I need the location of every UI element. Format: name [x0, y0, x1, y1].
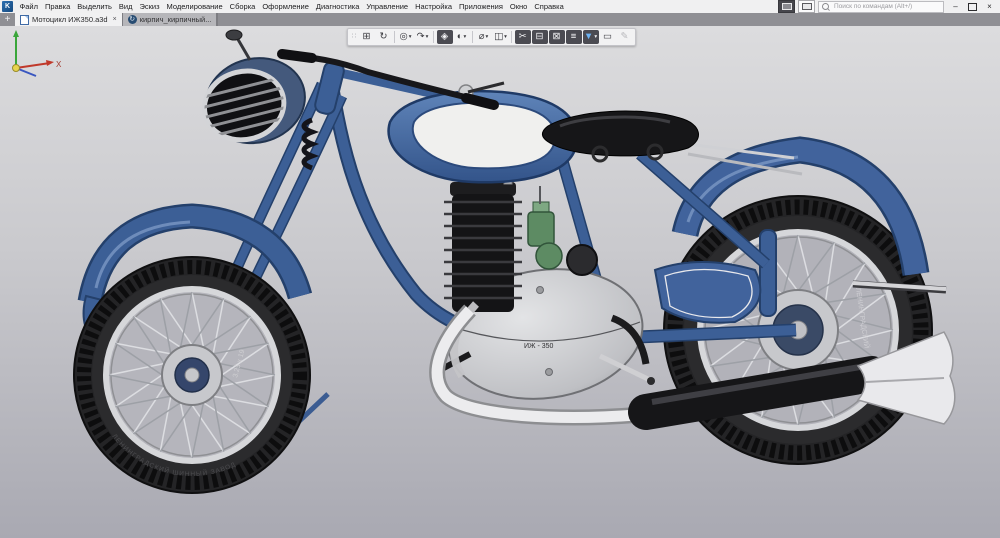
menu-Правка[interactable]: Правка — [41, 0, 73, 13]
menu-Справка[interactable]: Справка — [531, 0, 567, 13]
cylinder[interactable] — [452, 194, 514, 312]
menu-Управление[interactable]: Управление — [363, 0, 412, 13]
y-axis-arrow — [13, 30, 19, 37]
x-axis-arrow — [46, 60, 54, 66]
carburetor[interactable] — [527, 186, 563, 270]
app-logo-icon[interactable]: K — [2, 1, 13, 12]
menu-Вид[interactable]: Вид — [115, 0, 136, 13]
maximize-button[interactable] — [964, 0, 981, 13]
simplifications-icon[interactable]: ≡ — [565, 30, 582, 44]
clip-section-icon[interactable]: ✂ — [514, 30, 531, 44]
hide-components-icon[interactable]: ◫ ▾ — [493, 30, 509, 44]
drag-handle-icon: ∷ — [351, 33, 357, 40]
rebuild-model-icon[interactable]: ↻ — [376, 30, 392, 44]
screen-glyph — [801, 3, 812, 10]
assembly-doc-icon — [20, 14, 29, 25]
tab-label: кирпич_кирпичный... — [139, 15, 212, 24]
left-grip — [277, 49, 317, 63]
zoom-icon[interactable]: ◎ ▾ — [398, 30, 414, 44]
section-view-icon[interactable]: ⊟ — [531, 30, 548, 44]
3d-viewport[interactable]: ∷ ⊞ ↻ ◎ ▾ ↷ ▾ ◈ ◐ ▾ ⌀ ▾ ◫ ▾ ✂ ⊟ ⊠ ≡ ▼ ▾ ▭ ✎ — [0, 26, 1000, 538]
new-document-button[interactable]: + — [0, 13, 15, 26]
air-filter[interactable] — [566, 244, 598, 276]
right-grip — [461, 93, 499, 110]
rotate-view-icon[interactable]: ↷ ▾ — [415, 30, 431, 44]
toolbar-separator — [511, 31, 512, 43]
close-button[interactable]: × — [981, 0, 998, 13]
search-input[interactable] — [832, 2, 940, 11]
engine-label: ИЖ - 350 — [524, 343, 554, 350]
minimize-button[interactable]: – — [947, 0, 964, 13]
maximize-glyph — [968, 2, 977, 11]
mirror — [225, 29, 243, 41]
engine[interactable]: ИЖ - 350 — [438, 167, 655, 411]
menu-Приложения[interactable]: Приложения — [456, 0, 507, 13]
display-mode-icon[interactable]: ◐ ▾ — [454, 30, 470, 44]
side-panel[interactable] — [653, 261, 762, 324]
rear-tire-size-label: 3.25 x 19 — [733, 182, 768, 200]
menu-Настройка[interactable]: Настройка — [412, 0, 456, 13]
window-controls: – × — [947, 0, 998, 13]
command-search[interactable] — [818, 0, 944, 13]
selection-region-icon[interactable]: ▭ — [600, 30, 616, 44]
menu-Окно[interactable]: Окно — [506, 0, 530, 13]
tab-brick[interactable]: ↻ кирпич_кирпичный... — [121, 13, 218, 26]
tab-motorcycle[interactable]: Мотоцикл ИЖ350.a3d × — [15, 13, 122, 26]
hide-objects-icon[interactable]: ⌀ ▾ — [476, 30, 492, 44]
filter-objects-icon[interactable]: ▼ ▾ — [582, 30, 599, 44]
menu-Эскиз[interactable]: Эскиз — [136, 0, 163, 13]
orientation-cube-icon[interactable]: ◈ — [436, 30, 453, 44]
x-axis-label: X — [56, 60, 62, 69]
origin-point — [12, 64, 20, 72]
model-canvas[interactable]: 3.25 x 19 ЛЕНИНГРАДСКИЙ ИЖ - 350 3.25 x … — [0, 26, 1000, 538]
coordinate-triad: X — [12, 30, 62, 77]
edit-sketch-icon[interactable]: ✎ — [617, 30, 633, 44]
menu-Сборка[interactable]: Сборка — [226, 0, 259, 13]
menu-Диагностика[interactable]: Диагностика — [312, 0, 362, 13]
zones-icon[interactable]: ⊠ — [548, 30, 565, 44]
quick-toolbar: ∷ ⊞ ↻ ◎ ▾ ↷ ▾ ◈ ◐ ▾ ⌀ ▾ ◫ ▾ ✂ ⊟ ⊠ ≡ ▼ ▾ ▭ ✎ — [347, 28, 636, 46]
menu-Выделить[interactable]: Выделить — [74, 0, 116, 13]
title-bar: K Файл Правка Выделить Вид Эскиз Моделировани… — [0, 0, 1000, 13]
document-tabbar: + Мотоцикл ИЖ350.a3d × ↻ кирпич_кирпичны… — [0, 13, 1000, 26]
menu-bar: Файл Правка Выделить Вид Эскиз Моделирование С… — [16, 0, 567, 13]
toolbar-separator — [433, 31, 434, 43]
show-all-icon[interactable]: ⊞ — [359, 30, 375, 44]
front-wheel[interactable]: 3.25 x 19 ЛЕНИНГРАДСКИЙ ШИННЫЙ ЗАВОД — [73, 256, 311, 494]
secondary-display-icon[interactable] — [798, 0, 815, 13]
titlebar-right: – × — [778, 0, 1000, 13]
rebuild-doc-icon: ↻ — [127, 15, 137, 24]
screen-glyph — [781, 3, 792, 10]
app-window: K Файл Правка Выделить Вид Эскиз Моделировани… — [0, 0, 1000, 538]
tabbar-filler — [217, 13, 1000, 26]
search-icon — [822, 3, 829, 10]
menu-Файл[interactable]: Файл — [16, 0, 41, 13]
tab-label: Мотоцикл ИЖ350.a3d — [32, 15, 108, 24]
interface-layout-icon[interactable] — [778, 0, 795, 13]
tab-close-icon[interactable]: × — [113, 16, 117, 23]
menu-Оформление[interactable]: Оформление — [259, 0, 313, 13]
toolbar-separator — [472, 31, 473, 43]
menu-Моделирование[interactable]: Моделирование — [163, 0, 226, 13]
toolbar-separator — [394, 31, 395, 43]
